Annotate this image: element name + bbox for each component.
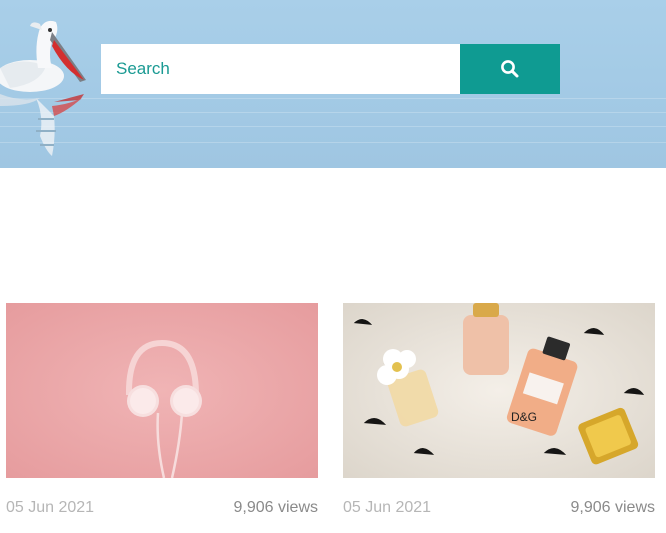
search-button[interactable] — [460, 44, 560, 94]
water-ripple — [0, 142, 666, 143]
hero-banner — [0, 0, 666, 168]
post-meta: 05 Jun 2021 9,906 views — [6, 499, 318, 517]
water-ripple — [0, 112, 666, 113]
water-ripple — [0, 126, 666, 127]
search-icon — [501, 60, 519, 78]
post-thumbnail-perfumes[interactable]: D&G — [343, 303, 655, 478]
post-date: 05 Jun 2021 — [6, 499, 95, 516]
pelican-image — [0, 20, 86, 156]
post-date: 05 Jun 2021 — [343, 499, 432, 516]
post-thumbnail-headphones[interactable] — [6, 303, 318, 478]
post-views: 9,906 views — [570, 499, 656, 516]
svg-text:D&G: D&G — [511, 410, 537, 424]
water-ripple — [0, 98, 666, 99]
post-card[interactable]: D&G 05 Jun 2021 9,906 views — [343, 303, 655, 516]
post-views: 9,906 views — [233, 499, 319, 516]
post-meta: 05 Jun 2021 9,906 views — [343, 499, 655, 517]
post-card[interactable]: 05 Jun 2021 9,906 views — [6, 303, 318, 516]
search-input[interactable] — [101, 44, 460, 94]
